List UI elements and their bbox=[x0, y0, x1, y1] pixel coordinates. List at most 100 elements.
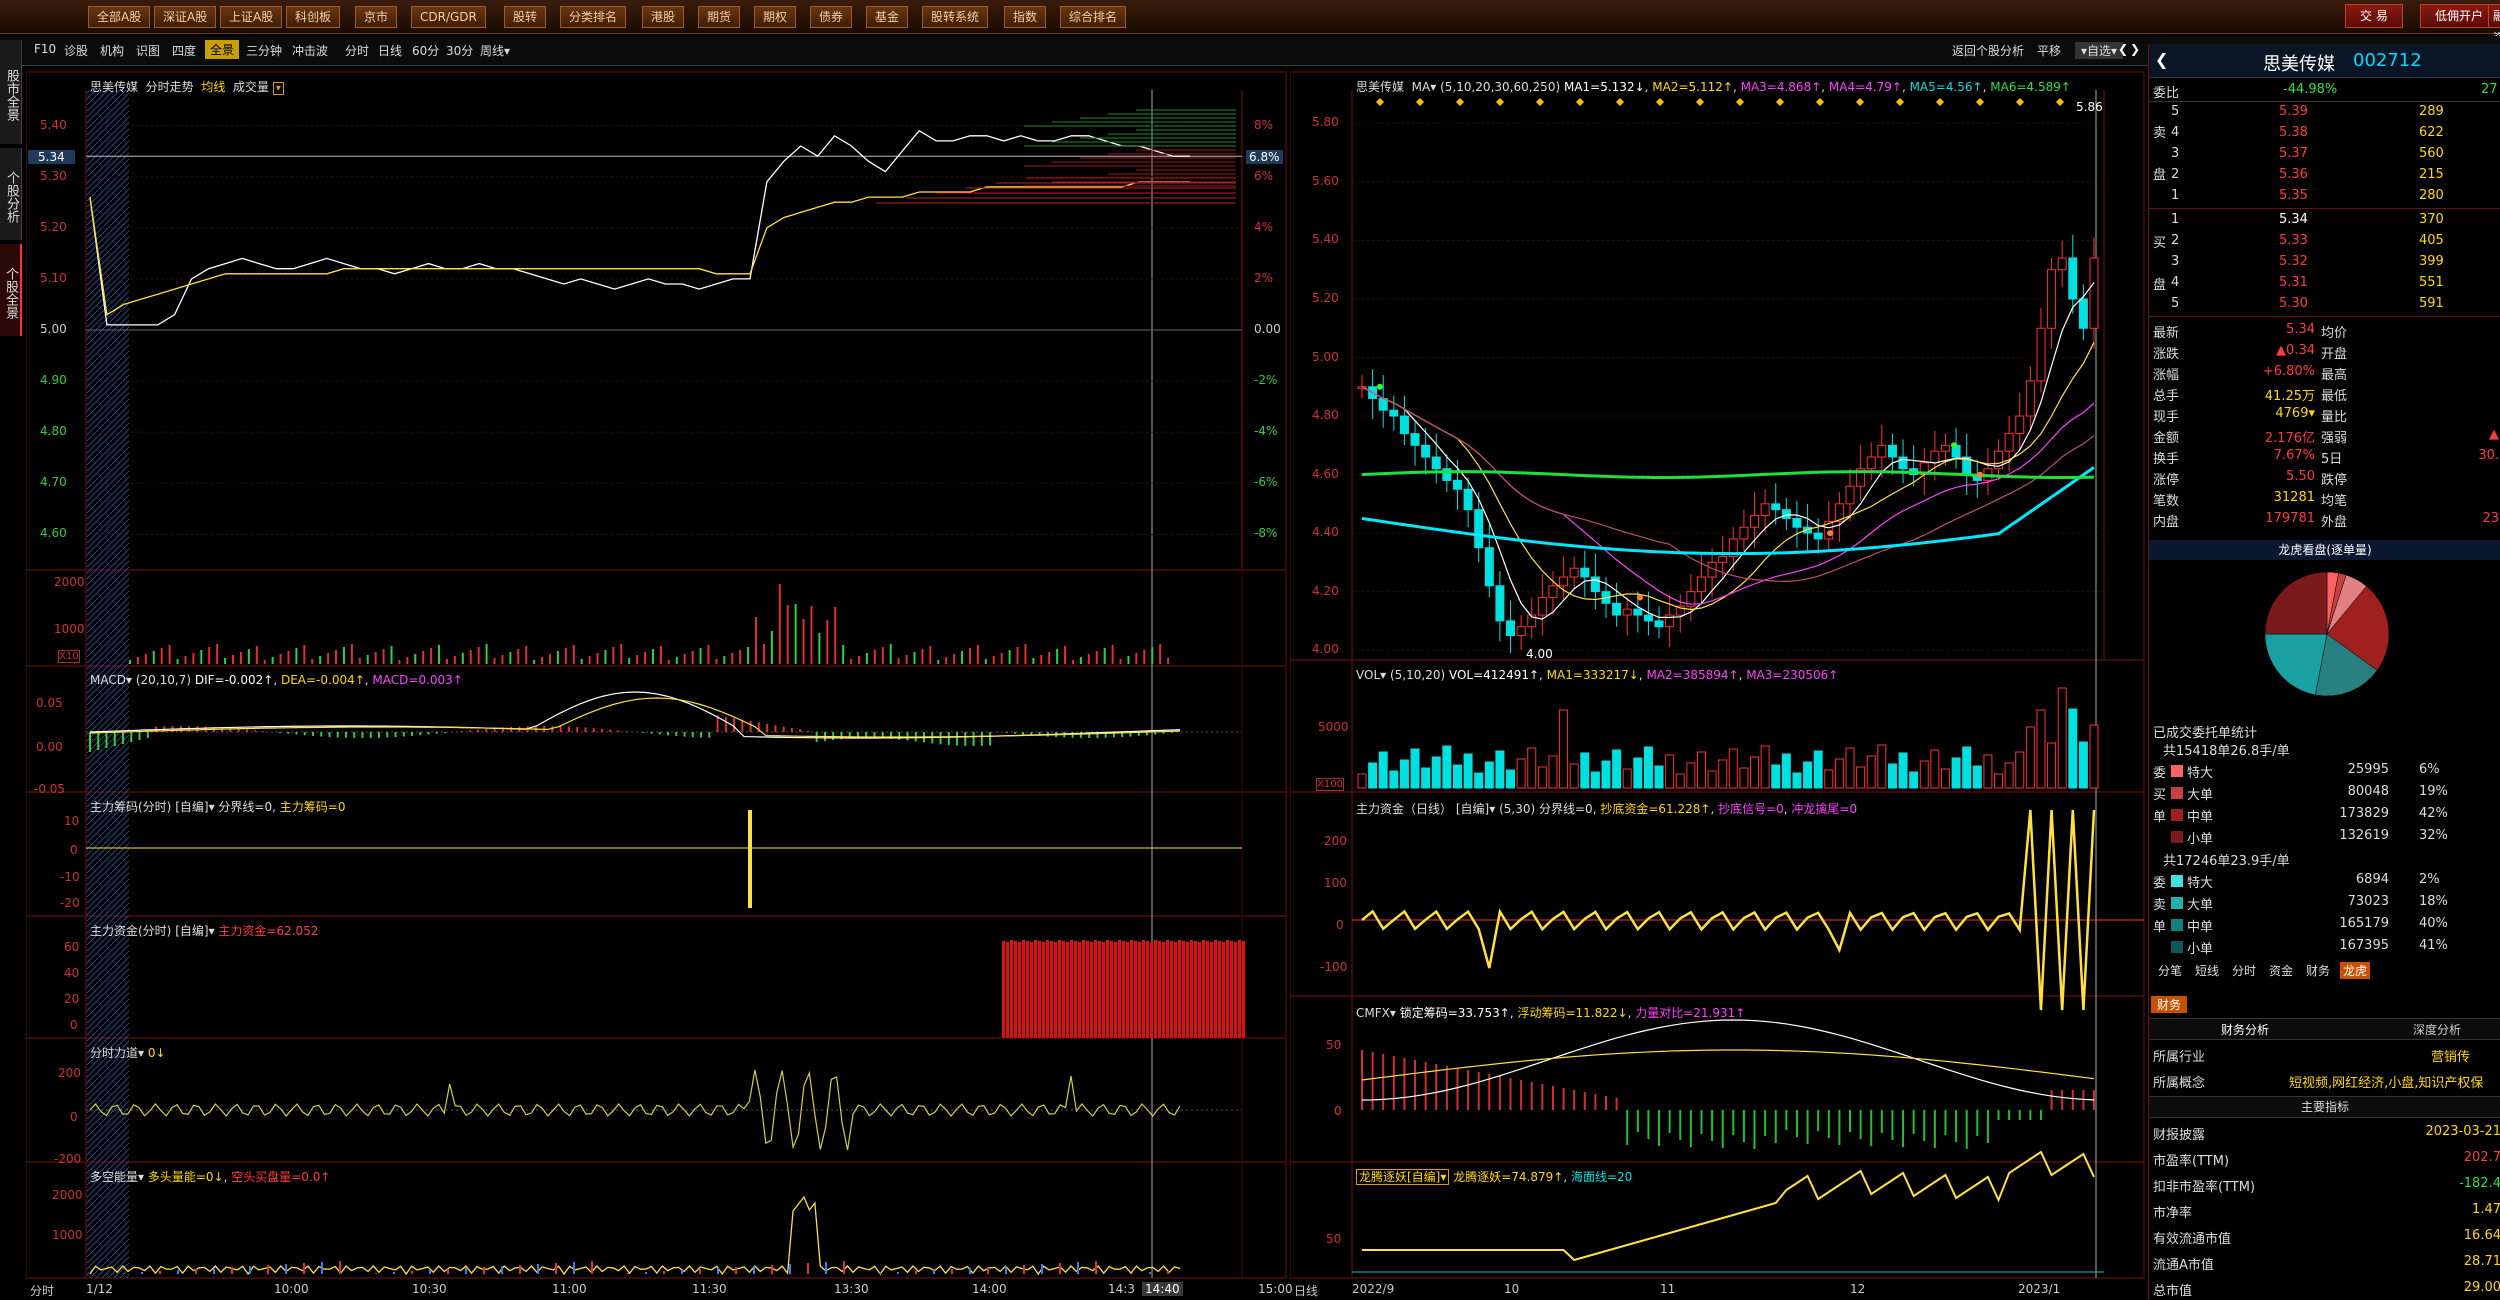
tool-f10[interactable]: F10 bbox=[34, 42, 56, 56]
chip-title[interactable]: 主力筹码(分时) bbox=[90, 800, 171, 814]
macd-header: MACD▾ (20,10,7) DIF=-0.002↑, DEA=-0.004↑… bbox=[90, 673, 463, 687]
period-weekly[interactable]: 周线▾ bbox=[480, 42, 510, 59]
force-title[interactable]: 分时力道▾ bbox=[90, 1046, 144, 1060]
fund-bar-1204 bbox=[1230, 941, 1233, 1038]
vtab-market-panorama[interactable]: 股市全景 bbox=[0, 40, 22, 144]
sidebar-tab-4[interactable]: 财务 bbox=[2303, 962, 2333, 979]
vol-bar-21 bbox=[1580, 752, 1590, 789]
nav-item-15[interactable]: 综合排名 bbox=[1060, 6, 1127, 28]
watchlist-dropdown[interactable]: ▾自选▾ bbox=[2075, 42, 2124, 59]
fund-bar-1108 bbox=[1134, 941, 1137, 1038]
nav-item-2[interactable]: 上证A股 bbox=[220, 6, 283, 28]
ma6-value: MA6=4.589↑ bbox=[1990, 80, 2071, 94]
tool-panorama[interactable]: 全景 bbox=[205, 40, 240, 59]
kline-footer[interactable]: 日线 bbox=[1294, 1282, 1318, 1299]
vol-bar-47 bbox=[1856, 766, 1866, 789]
candle-body-38 bbox=[1760, 503, 1770, 517]
pan-toggle[interactable]: 平移 bbox=[2037, 42, 2061, 59]
main-indicators-title: 主要指标 bbox=[2300, 1100, 2349, 1114]
macd-tick-bot: -0.05 bbox=[34, 782, 66, 796]
back-arrow-icon[interactable]: ❮ bbox=[2155, 50, 2168, 69]
nav-item-0[interactable]: 全部A股 bbox=[88, 6, 151, 28]
kfund-title[interactable]: 主力资金（日线） bbox=[1356, 802, 1452, 816]
nav-item-12[interactable]: 基金 bbox=[866, 6, 909, 28]
energy-title[interactable]: 多空能量▾ bbox=[90, 1170, 144, 1184]
fin-analysis-tab[interactable]: 财务分析 bbox=[2221, 1021, 2269, 1038]
period-60m[interactable]: 60分 bbox=[412, 42, 439, 59]
open-account-button[interactable]: 低佣开户 bbox=[2420, 4, 2499, 28]
deep-analysis-tab[interactable]: 深度分析 bbox=[2413, 1021, 2461, 1038]
trade-button[interactable]: 交 易 bbox=[2345, 4, 2403, 28]
fund-bar-1088 bbox=[1114, 942, 1117, 1038]
buy-stat-row-3: 小单 167395 41% bbox=[2149, 936, 2500, 958]
period-intraday[interactable]: 分时 bbox=[345, 42, 369, 59]
dragon-title[interactable]: 龙腾逐妖[自编]▾ bbox=[1356, 1169, 1450, 1185]
vol-bar-20 bbox=[1569, 763, 1579, 789]
vol-bar-48 bbox=[1866, 755, 1876, 789]
candle-body-22 bbox=[1590, 576, 1600, 593]
tool-impact[interactable]: 冲击波 bbox=[292, 42, 328, 59]
nav-item-1[interactable]: 深证A股 bbox=[154, 6, 217, 28]
nav-item-8[interactable]: 港股 bbox=[642, 6, 685, 28]
force-line bbox=[89, 1069, 1181, 1151]
buy-stat-name-1: 大单 bbox=[2187, 898, 2214, 913]
tool-diagnose[interactable]: 诊股 bbox=[64, 42, 88, 59]
fund-bar-1144 bbox=[1170, 941, 1173, 1038]
buy-stat-vol-2: 165179 bbox=[2339, 916, 2389, 931]
sidebar-tab-5[interactable]: 龙虎 bbox=[2340, 962, 2371, 979]
nav-item-4[interactable]: 京市 bbox=[355, 6, 398, 28]
candle-body-4 bbox=[1399, 415, 1409, 435]
sidebar-tab-0[interactable]: 分笔 bbox=[2155, 962, 2185, 979]
macd-title[interactable]: MACD▾ bbox=[90, 673, 132, 687]
intraday-menu-icon[interactable]: ▾ bbox=[272, 82, 284, 95]
nav-item-14[interactable]: 指数 bbox=[1004, 6, 1047, 28]
back-to-analysis-link[interactable]: 返回个股分析 bbox=[1952, 42, 2024, 59]
tool-four-degree[interactable]: 四度 bbox=[172, 42, 196, 59]
fund-bar-984 bbox=[1010, 940, 1013, 1038]
next-arrow-icon[interactable]: ❯ bbox=[2130, 42, 2140, 56]
weibi-diff: 27 bbox=[2481, 82, 2498, 97]
fund-title[interactable]: 主力资金(分时) bbox=[90, 924, 171, 938]
buy-stat-swatch-3 bbox=[2171, 941, 2183, 953]
margin-button[interactable]: 融资 bbox=[2488, 4, 2500, 45]
sell-row-5: 5 5.39 289 bbox=[2149, 102, 2500, 124]
kline-ma-menu[interactable]: MA▾ bbox=[1412, 80, 1437, 94]
nav-item-7[interactable]: 分类排名 bbox=[560, 6, 627, 28]
quote-key-0: 最新 bbox=[2153, 326, 2180, 341]
ma4-value: MA4=4.79↑ bbox=[1828, 80, 1902, 94]
fund-edit[interactable]: [自编]▾ bbox=[175, 924, 214, 938]
vol-title[interactable]: VOL▾ bbox=[1356, 668, 1386, 682]
tool-institution[interactable]: 机构 bbox=[100, 42, 124, 59]
nav-item-9[interactable]: 期货 bbox=[698, 6, 741, 28]
buy-pan-label: 盘 bbox=[2153, 278, 2167, 293]
marker-diamond-8 bbox=[1696, 98, 1704, 106]
sidebar-tab-2[interactable]: 分时 bbox=[2229, 962, 2259, 979]
dragon-value: 龙腾逐妖=74.879↑ bbox=[1453, 1170, 1564, 1184]
kfund-edit[interactable]: [自编]▾ bbox=[1456, 802, 1495, 816]
vol-bar-6 bbox=[1421, 767, 1431, 789]
sidebar-tab-1[interactable]: 短线 bbox=[2192, 962, 2222, 979]
period-30m[interactable]: 30分 bbox=[446, 42, 473, 59]
tool-recognize[interactable]: 识图 bbox=[136, 42, 160, 59]
candle-body-21 bbox=[1580, 567, 1590, 578]
macd-dif: DIF=-0.002↑ bbox=[194, 673, 274, 687]
cmfx-title[interactable]: CMFX▾ bbox=[1356, 1006, 1396, 1020]
chip-edit[interactable]: [自编]▾ bbox=[175, 800, 214, 814]
fund-bar-980 bbox=[1006, 942, 1009, 1038]
tool-three-min[interactable]: 三分钟 bbox=[246, 42, 282, 59]
nav-item-3[interactable]: 科创板 bbox=[286, 6, 341, 28]
nav-item-13[interactable]: 股转系统 bbox=[922, 6, 989, 28]
vol-bar-53 bbox=[1919, 760, 1929, 789]
time-footer[interactable]: 分时 bbox=[30, 1282, 54, 1299]
nav-item-10[interactable]: 期权 bbox=[754, 6, 797, 28]
vtab-stock-panorama[interactable]: 个股全景 bbox=[0, 244, 22, 336]
kfund-tick-3: -100 bbox=[1320, 960, 1348, 974]
prev-arrow-icon[interactable]: ❮ bbox=[2118, 42, 2128, 56]
nav-item-6[interactable]: 股转 bbox=[504, 6, 547, 28]
period-daily[interactable]: 日线 bbox=[378, 42, 402, 59]
fin-tab[interactable]: 财务 bbox=[2151, 996, 2188, 1013]
nav-item-11[interactable]: 债券 bbox=[810, 6, 853, 28]
sidebar-tab-3[interactable]: 资金 bbox=[2266, 962, 2296, 979]
nav-item-5[interactable]: CDR/GDR bbox=[411, 6, 486, 28]
vtab-stock-analysis[interactable]: 个股分析 bbox=[0, 148, 22, 240]
